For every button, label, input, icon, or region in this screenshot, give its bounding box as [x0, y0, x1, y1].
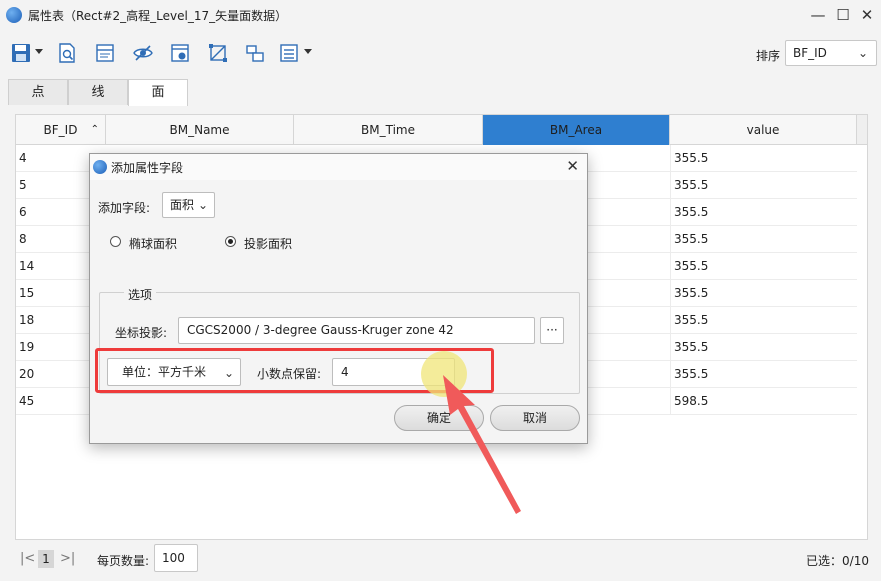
browse-projection-button[interactable]: ··· — [540, 317, 564, 344]
first-page-icon[interactable]: |< — [20, 551, 35, 566]
tab-polygon[interactable]: 面 — [128, 79, 188, 106]
column-header-label: BF_ID — [43, 123, 78, 137]
cell-bf-id: 15 — [19, 286, 35, 300]
chevron-down-icon: ⌄ — [197, 198, 208, 212]
title-bar: 属性表（Rect#2_高程_Level_17_矢量面数据） — ☐ ✕ — [0, 0, 881, 30]
cell-bf-id: 18 — [19, 313, 35, 327]
cell-value: 598.5 — [674, 394, 709, 408]
column-header-bm-name[interactable]: BM_Name — [106, 115, 294, 145]
column-header-bm-time[interactable]: BM_Time — [294, 115, 483, 145]
current-page[interactable]: 1 — [38, 550, 54, 568]
zoom-to-icon[interactable] — [54, 40, 80, 66]
maximize-icon[interactable]: ☐ — [832, 4, 854, 26]
cell-bf-id: 19 — [19, 340, 35, 354]
cell-value: 355.5 — [674, 259, 709, 273]
cell-value: 355.5 — [674, 205, 709, 219]
last-page-icon[interactable]: >| — [60, 551, 75, 566]
cell-value: 355.5 — [674, 232, 709, 246]
cell-value: 355.5 — [674, 151, 709, 165]
ellipsoid-area-label: 椭球面积 — [129, 237, 178, 251]
add-field-select[interactable]: 面积 ⌄ — [162, 192, 215, 218]
close-icon[interactable]: ✕ — [856, 4, 878, 26]
cell-value: 355.5 — [674, 340, 709, 354]
table-footer: |< 1 >| 每页数量: 100 已选：0/10 — [0, 541, 881, 581]
cancel-button[interactable]: 取消 — [490, 405, 580, 431]
window-title: 属性表（Rect#2_高程_Level_17_矢量面数据） — [28, 8, 288, 23]
tab-point[interactable]: 点 — [8, 79, 68, 105]
ok-button[interactable]: 确定 — [394, 405, 484, 431]
column-header-value[interactable]: value — [670, 115, 857, 145]
chevron-down-icon: ⌄ — [857, 46, 868, 60]
app-logo-icon — [6, 7, 22, 23]
table-options-icon[interactable] — [276, 40, 302, 66]
ellipsoid-area-radio[interactable] — [110, 236, 121, 247]
scrollbar-corner — [857, 115, 867, 144]
cell-value: 355.5 — [674, 313, 709, 327]
filter-table-icon[interactable] — [92, 40, 118, 66]
cell-bf-id: 4 — [19, 151, 27, 165]
projected-area-label: 投影面积 — [244, 237, 293, 251]
sort-select-value: BF_ID — [793, 46, 827, 60]
options-dropdown-icon[interactable] — [304, 49, 312, 54]
per-page-input[interactable]: 100 — [154, 544, 198, 572]
select-shape-icon[interactable] — [205, 40, 231, 66]
options-group-title: 选项 — [124, 286, 157, 303]
field-properties-icon[interactable] — [167, 40, 193, 66]
sort-label: 排序 — [756, 49, 781, 63]
cell-value: 355.5 — [674, 367, 709, 381]
column-header-bm-area[interactable]: BM_Area — [483, 115, 670, 145]
tab-line[interactable]: 线 — [68, 79, 128, 105]
selected-count: 已选：0/10 — [806, 554, 869, 568]
cell-bf-id: 20 — [19, 367, 35, 381]
cell-bf-id: 14 — [19, 259, 35, 273]
sort-select[interactable]: BF_ID ⌄ — [785, 40, 877, 66]
save-dropdown-icon[interactable] — [35, 49, 43, 54]
cursor-highlight — [421, 351, 467, 397]
add-field-label: 添加字段: — [98, 201, 151, 215]
cell-bf-id: 45 — [19, 394, 35, 408]
dialog-title: 添加属性字段 — [111, 160, 184, 175]
dialog-logo-icon — [93, 160, 107, 174]
cell-bf-id: 6 — [19, 205, 27, 219]
add-field-select-value: 面积 — [170, 198, 195, 212]
column-header-bf-id[interactable]: BF_ID ⌃ — [16, 115, 106, 145]
cell-value: 355.5 — [674, 178, 709, 192]
save-icon[interactable] — [8, 40, 34, 66]
hide-field-icon[interactable] — [130, 40, 156, 66]
cell-bf-id: 8 — [19, 232, 27, 246]
projected-area-radio[interactable] — [225, 236, 236, 247]
add-field-dialog: 添加属性字段 ✕ 添加字段: 面积 ⌄ 椭球面积 投影面积 选项 坐标投影: C… — [89, 153, 588, 444]
dialog-title-bar: 添加属性字段 ✕ — [90, 154, 587, 180]
cell-value: 355.5 — [674, 286, 709, 300]
projection-input[interactable]: CGCS2000 / 3-degree Gauss-Kruger zone 42 — [178, 317, 535, 344]
per-page-label: 每页数量: — [97, 554, 150, 568]
minimize-icon[interactable]: — — [807, 4, 829, 26]
projection-label: 坐标投影: — [115, 326, 168, 340]
cell-bf-id: 5 — [19, 178, 27, 192]
table-header: BF_ID ⌃ BM_Name BM_Time BM_Area value — [16, 115, 867, 145]
toolbar — [0, 36, 881, 72]
copy-layout-icon[interactable] — [242, 40, 268, 66]
dialog-close-icon[interactable]: ✕ — [566, 157, 579, 175]
geometry-tabs: 点 线 面 — [8, 79, 188, 106]
sort-ascending-icon: ⌃ — [90, 124, 99, 135]
